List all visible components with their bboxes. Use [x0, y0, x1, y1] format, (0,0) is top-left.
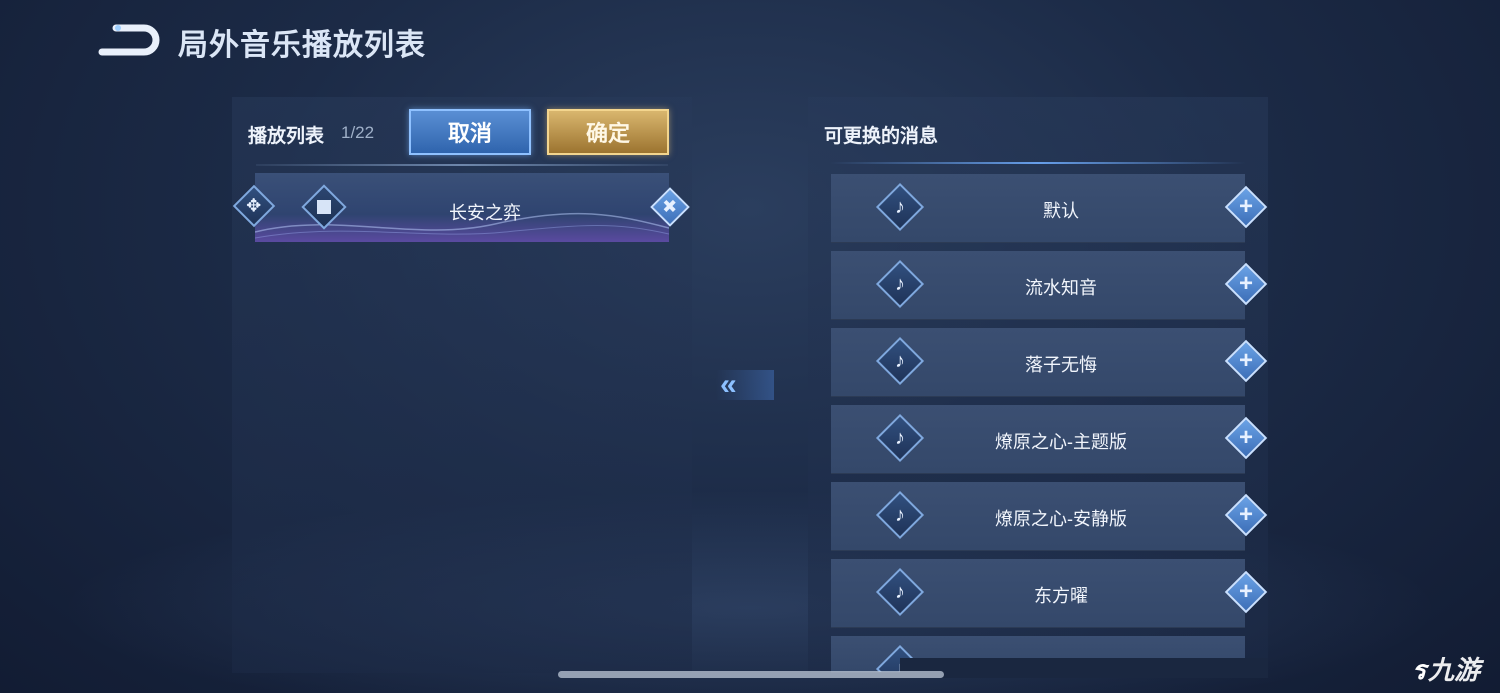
list-item-label: 默认 — [1043, 201, 1079, 221]
list-fade — [900, 658, 1268, 678]
available-divider — [830, 162, 1246, 164]
playlist-divider — [256, 164, 668, 166]
cancel-button[interactable]: 取消 — [409, 109, 531, 155]
background-glow — [0, 480, 1500, 693]
list-item[interactable]: ♪ 东方曜 + — [831, 559, 1268, 628]
list-item[interactable]: ♪ 燎原之心-安静版 + — [831, 482, 1268, 551]
list-item[interactable]: ♪ 流水知音 + — [831, 251, 1268, 320]
double-chevron-left-icon[interactable]: « — [716, 370, 774, 400]
playlist-title: 播放列表 — [248, 126, 325, 147]
back-button[interactable] — [96, 18, 160, 58]
list-item[interactable]: ♪ 默认 + — [831, 174, 1268, 243]
list-item-label: 落子无悔 — [1025, 355, 1097, 375]
music-note-icon: ♪ — [875, 259, 925, 309]
page-title: 局外音乐播放列表 — [178, 29, 426, 62]
playlist-count: 1/22 — [341, 123, 375, 142]
list-item[interactable]: ♪ 落子无悔 + — [831, 328, 1268, 397]
home-indicator[interactable] — [558, 671, 944, 678]
confirm-button[interactable]: 确定 — [547, 109, 669, 155]
list-item-label: 流水知音 — [1025, 278, 1097, 298]
playlist-item-label: 长安之弈 — [449, 203, 521, 223]
available-title: 可更换的消息 — [824, 126, 939, 147]
list-item-label: 燎原之心-主题版 — [995, 432, 1127, 452]
list-item-label: 东方曜 — [1034, 586, 1088, 606]
music-note-icon: ♪ — [875, 336, 925, 386]
return-arrow-icon — [98, 24, 160, 56]
list-item-label: 燎原之心-安静版 — [995, 509, 1127, 529]
music-note-icon: ♪ — [875, 567, 925, 617]
watermark-logo: ร九游 — [1412, 655, 1480, 685]
music-note-icon: ♪ — [875, 490, 925, 540]
list-item[interactable]: ♪ 燎原之心-主题版 + — [831, 405, 1268, 474]
music-note-icon: ♪ — [875, 413, 925, 463]
music-note-icon: ♪ — [875, 182, 925, 232]
